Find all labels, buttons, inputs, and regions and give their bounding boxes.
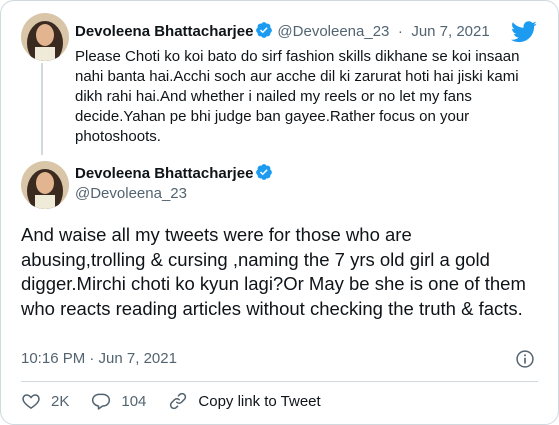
twitter-bird-icon[interactable] bbox=[511, 21, 537, 43]
main-tweet-author: Devoleena Bhattacharjee bbox=[75, 163, 273, 183]
heart-icon bbox=[22, 394, 40, 409]
separator-dot: · bbox=[397, 23, 403, 40]
author-name[interactable]: Devoleena Bhattacharjee bbox=[75, 165, 253, 182]
copy-link-label: Copy link to Tweet bbox=[198, 392, 321, 410]
verified-badge-icon bbox=[256, 164, 273, 180]
reply-icon bbox=[92, 393, 111, 410]
tweet-actions-bar: 2K 104 Copy link to Tweet bbox=[21, 390, 343, 412]
avatar[interactable] bbox=[21, 161, 69, 209]
reply-tweet-text: Please Choti ko koi bato do sirf fashion… bbox=[75, 48, 520, 145]
thread-connector-line bbox=[41, 63, 43, 155]
tweet-date[interactable]: Jun 7, 2021 bbox=[411, 23, 489, 40]
info-icon[interactable] bbox=[515, 349, 535, 369]
reply-button[interactable]: 104 bbox=[91, 391, 146, 411]
copy-link-button[interactable]: Copy link to Tweet bbox=[168, 391, 321, 411]
verified-badge-icon bbox=[256, 22, 273, 38]
tweet-timestamp[interactable]: 10:16 PM · Jun 7, 2021 bbox=[21, 350, 177, 367]
avatar[interactable] bbox=[21, 13, 69, 61]
link-icon bbox=[170, 392, 187, 410]
author-name[interactable]: Devoleena Bhattacharjee bbox=[75, 23, 253, 40]
like-count: 2K bbox=[51, 392, 70, 410]
reply-count: 104 bbox=[121, 392, 147, 410]
divider bbox=[21, 381, 538, 382]
author-handle[interactable]: @Devoleena_23 bbox=[277, 23, 389, 40]
tweet-embed-card: Devoleena Bhattacharjee @Devoleena_23 · … bbox=[0, 0, 559, 425]
main-tweet-text: And waise all my tweets were for those w… bbox=[21, 224, 526, 319]
author-handle[interactable]: @Devoleena_23 bbox=[75, 185, 187, 202]
like-button[interactable]: 2K bbox=[21, 391, 69, 411]
reply-tweet-header: Devoleena Bhattacharjee @Devoleena_23 · … bbox=[75, 21, 490, 41]
